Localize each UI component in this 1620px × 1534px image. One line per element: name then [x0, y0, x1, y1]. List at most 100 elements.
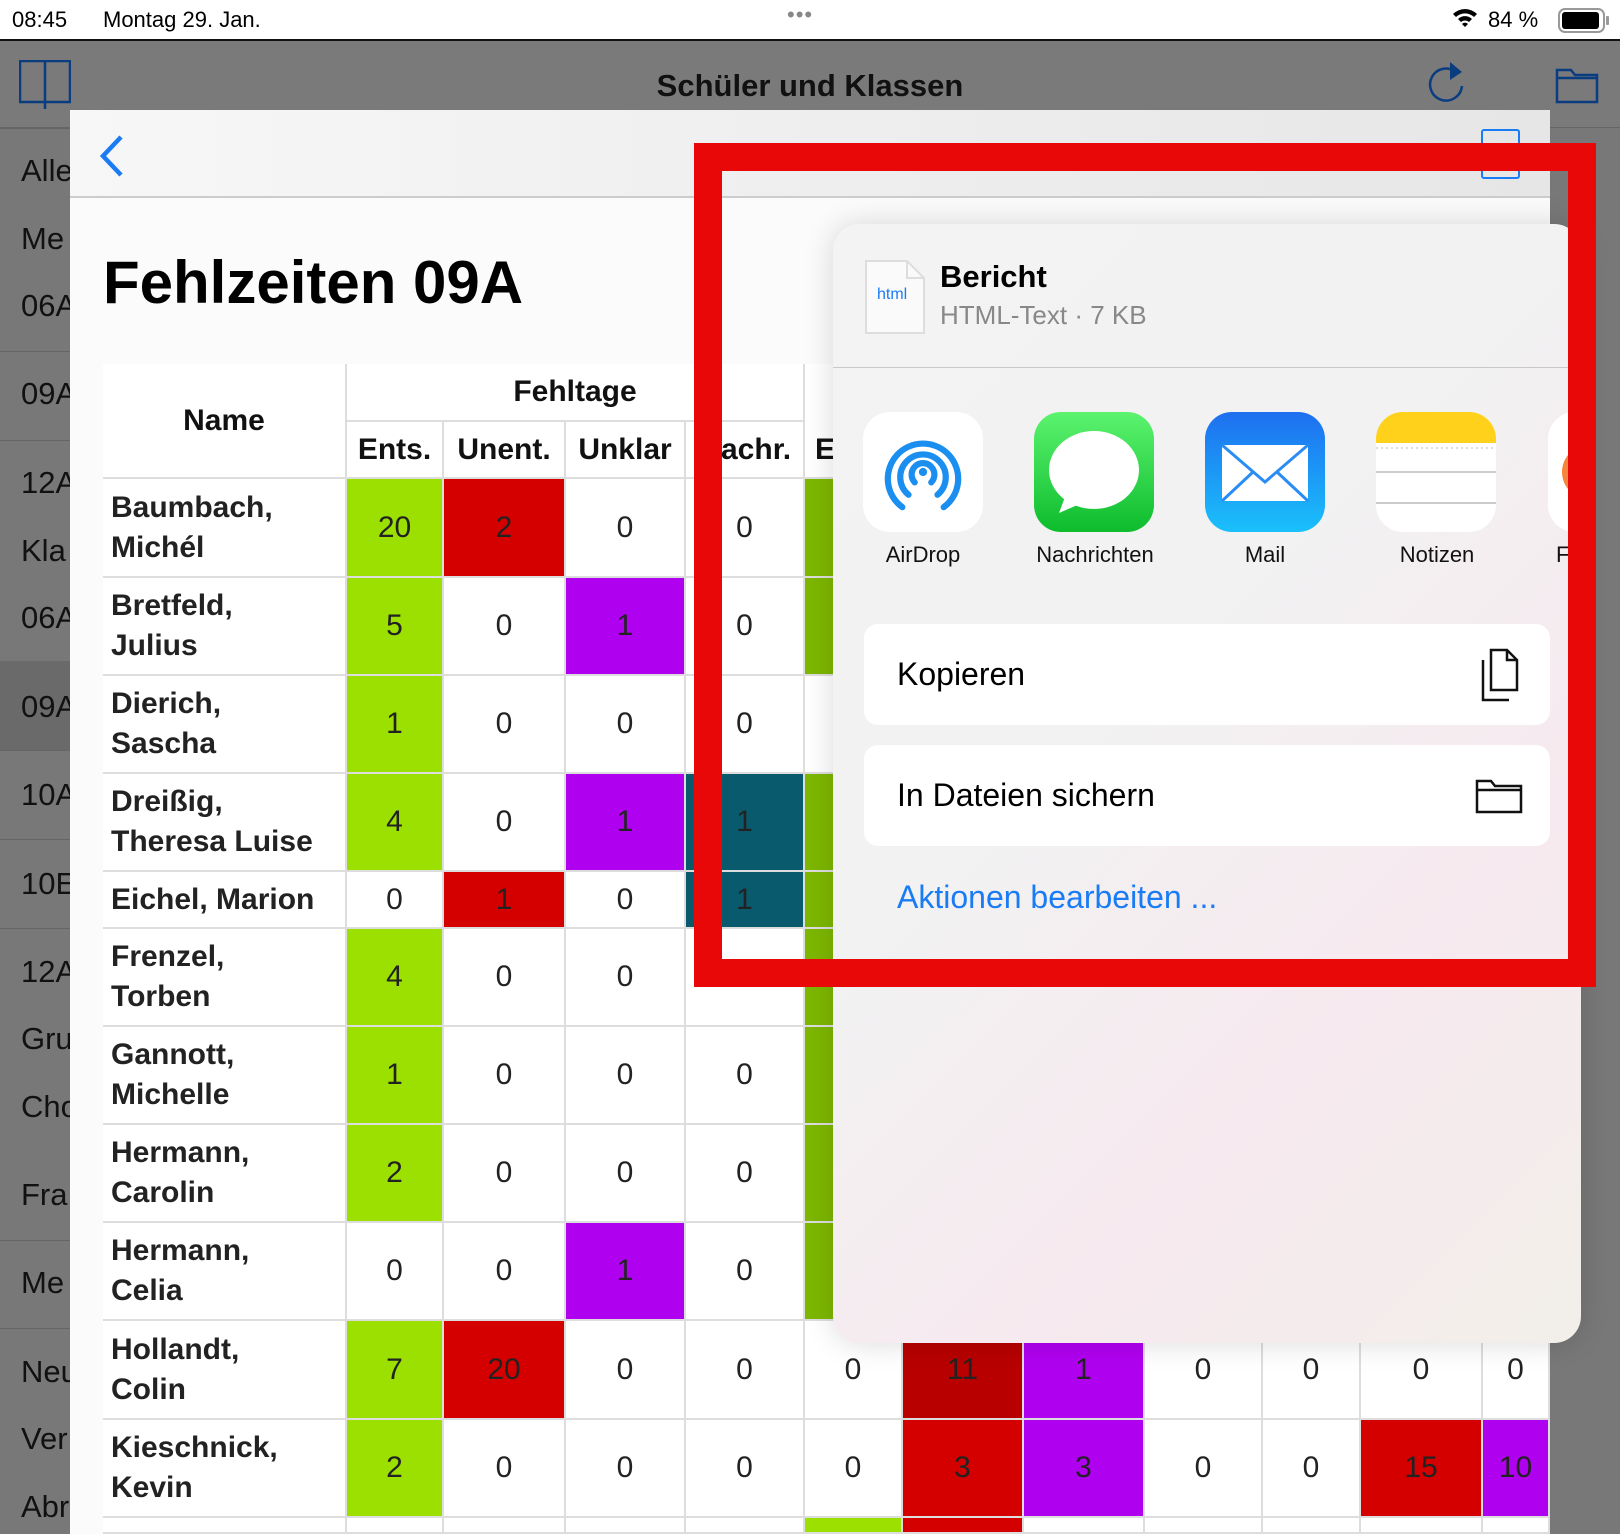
sidebar-item[interactable]: 10A: [21, 777, 76, 813]
absence-cell: [1024, 1518, 1145, 1534]
absence-cell: 0: [566, 676, 686, 774]
battery-icon: [1558, 8, 1612, 39]
absence-cell: 3: [1024, 1420, 1145, 1518]
absence-cell: 20: [347, 479, 444, 578]
sidebar-item[interactable]: Alle: [21, 153, 73, 189]
student-name: Eichel, Marion: [103, 872, 347, 929]
sidebar-item[interactable]: Me: [21, 221, 64, 257]
column-header: Unent.: [444, 422, 566, 479]
sidebar-item[interactable]: 10E: [21, 866, 76, 902]
sidebar-item[interactable]: Abr: [21, 1489, 69, 1525]
absence-cell: 15: [1361, 1420, 1483, 1518]
sidebar-item[interactable]: Kla: [21, 533, 66, 569]
absence-cell: 0: [686, 1223, 805, 1321]
absence-cell: 0: [686, 1420, 805, 1518]
page-title: Fehlzeiten 09A: [103, 249, 524, 316]
absence-cell: 0: [444, 1125, 566, 1223]
status-bar: 08:45 Montag 29. Jan. ••• 84 %: [0, 0, 1620, 41]
student-name: Hermann, Carolin: [103, 1125, 347, 1223]
absence-cell: 0: [347, 872, 444, 929]
absence-cell: 4: [347, 929, 444, 1027]
sidebar-item[interactable]: Fra: [21, 1177, 68, 1213]
student-name: Frenzel, Torben: [103, 929, 347, 1027]
absence-cell: 0: [347, 1223, 444, 1321]
back-chevron-icon[interactable]: [97, 133, 127, 184]
absence-cell: [686, 1518, 805, 1534]
absence-cell: [1145, 1518, 1263, 1534]
absence-cell: 0: [444, 1223, 566, 1321]
battery-percent: 84 %: [1488, 7, 1539, 32]
absence-cell: 0: [566, 872, 686, 929]
absence-cell: 0: [444, 1027, 566, 1125]
student-name: Gannott, Michelle: [103, 1027, 347, 1125]
sidebar-item[interactable]: 09A: [21, 689, 76, 725]
absence-cell: 20: [444, 1321, 566, 1420]
absence-cell: 1: [347, 1027, 444, 1125]
column-header: Ents.: [347, 422, 444, 479]
absence-cell: [1483, 1518, 1550, 1534]
absence-cell: [805, 1518, 903, 1534]
annotation-highlight-box: [694, 143, 1596, 987]
folder-icon[interactable]: [1555, 66, 1599, 109]
sidebar-divider: [0, 351, 70, 352]
absence-cell: 0: [444, 1420, 566, 1518]
sidebar-item[interactable]: Gru: [21, 1021, 73, 1057]
absence-cell: 0: [566, 929, 686, 1027]
student-name: [103, 1518, 347, 1534]
absence-cell: 7: [347, 1321, 444, 1420]
absence-cell: 1: [566, 578, 686, 676]
absence-cell: 1: [347, 676, 444, 774]
absence-cell: 0: [566, 1420, 686, 1518]
sidebar-item[interactable]: Me: [21, 1265, 64, 1301]
absence-cell: [444, 1518, 566, 1534]
absence-cell: 2: [347, 1420, 444, 1518]
absence-cell: 10: [1483, 1420, 1550, 1518]
wifi-icon: [1451, 6, 1479, 34]
absence-cell: 0: [444, 774, 566, 872]
sidebar-item[interactable]: Ver: [21, 1421, 68, 1457]
absence-cell: 2: [347, 1125, 444, 1223]
absence-cell: 0: [566, 1027, 686, 1125]
sidebar-item[interactable]: 12A: [21, 954, 76, 990]
student-name: Dreißig, Theresa Luise: [103, 774, 347, 872]
absence-cell: 0: [1263, 1420, 1361, 1518]
status-date: Montag 29. Jan.: [103, 7, 261, 32]
sidebar-item[interactable]: 09A: [21, 376, 76, 412]
absence-cell: 0: [566, 1125, 686, 1223]
absence-cell: [566, 1518, 686, 1534]
absence-cell: 0: [686, 1125, 805, 1223]
absence-cell: 5: [347, 578, 444, 676]
absence-cell: 0: [444, 676, 566, 774]
sidebar-item[interactable]: 12A: [21, 465, 76, 501]
student-name: Bretfeld, Julius: [103, 578, 347, 676]
absence-cell: 0: [566, 1321, 686, 1420]
student-name: Baumbach, Michél: [103, 479, 347, 578]
sidebar-item[interactable]: 06A: [21, 288, 76, 324]
sidebar-divider: [0, 1328, 70, 1329]
absence-cell: [903, 1518, 1024, 1534]
absence-cell: 4: [347, 774, 444, 872]
absence-cell: 0: [444, 929, 566, 1027]
sidebar-divider: [0, 1240, 70, 1241]
absence-cell: 0: [1145, 1420, 1263, 1518]
absence-cell: 2: [444, 479, 566, 578]
absence-cell: 1: [566, 1223, 686, 1321]
absence-cell: [347, 1518, 444, 1534]
sidebar-item[interactable]: 06A: [21, 600, 76, 636]
refresh-icon[interactable]: [1426, 60, 1466, 111]
multitask-dots-icon[interactable]: •••: [787, 2, 813, 28]
student-name: Dierich, Sascha: [103, 676, 347, 774]
absence-cell: 1: [444, 872, 566, 929]
absence-cell: 0: [566, 479, 686, 578]
nav-title: Schüler und Klassen: [656, 68, 964, 103]
student-name: Kieschnick, Kevin: [103, 1420, 347, 1518]
absence-cell: [1361, 1518, 1483, 1534]
absence-cell: 3: [903, 1420, 1024, 1518]
sidebar-divider: [0, 440, 70, 441]
absence-cell: 0: [686, 1321, 805, 1420]
absence-cell: 0: [686, 1027, 805, 1125]
absence-cell: 1: [566, 774, 686, 872]
sidebar-divider: [0, 839, 70, 840]
sidebar-divider: [0, 928, 70, 929]
absence-cell: 0: [805, 1420, 903, 1518]
